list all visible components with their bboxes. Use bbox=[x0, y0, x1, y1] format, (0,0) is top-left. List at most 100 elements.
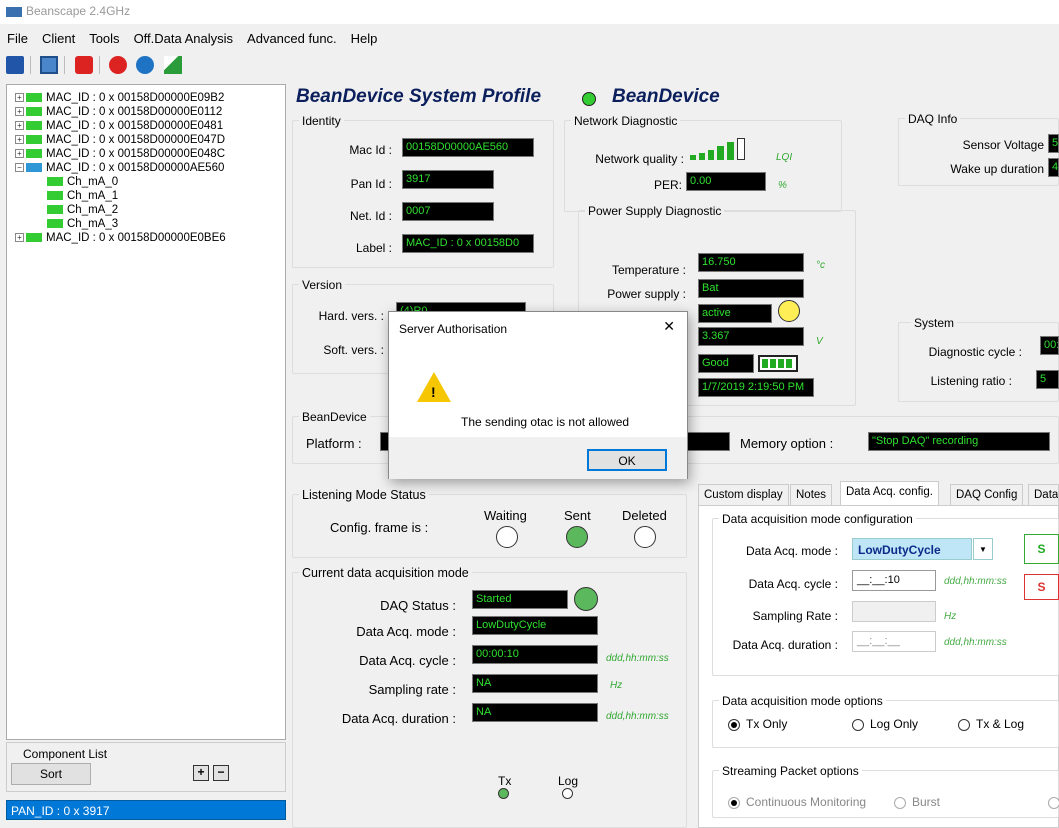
start-button[interactable]: S bbox=[1024, 534, 1059, 564]
mac-label: Mac Id : bbox=[349, 143, 392, 157]
lqi-unit: LQI bbox=[776, 152, 793, 163]
chevron-down-icon[interactable]: ▼ bbox=[973, 538, 993, 560]
save-icon[interactable] bbox=[6, 56, 24, 74]
expand-icon[interactable]: + bbox=[15, 149, 24, 159]
soft-version-label: Soft. vers. : bbox=[323, 343, 384, 357]
daq-mode-field: LowDutyCycle bbox=[472, 616, 598, 635]
network-icon[interactable] bbox=[136, 56, 155, 74]
menu-offdata[interactable]: Off.Data Analysis bbox=[127, 28, 240, 49]
tree-node-selected[interactable]: − MAC_ID : 0 x 00158D00000AE560 bbox=[15, 161, 224, 175]
acq-rate-input[interactable] bbox=[852, 601, 936, 622]
chart-icon[interactable] bbox=[163, 56, 182, 74]
platform-label: Platform : bbox=[306, 436, 362, 451]
tx-led bbox=[498, 788, 509, 799]
sort-button[interactable]: Sort bbox=[11, 763, 91, 785]
battery-field: Good bbox=[698, 354, 754, 373]
remove-icon[interactable]: − bbox=[213, 765, 229, 781]
listening-ratio-field: 5 bbox=[1036, 370, 1059, 389]
acq-cycle-input[interactable]: __:__:10 bbox=[852, 570, 936, 591]
acq-mode-select[interactable]: LowDutyCycle bbox=[852, 538, 972, 560]
label-label: Label : bbox=[355, 241, 392, 255]
third-radio[interactable] bbox=[1048, 795, 1059, 809]
tab-custom-display[interactable]: Custom display bbox=[698, 484, 789, 506]
component-list: Component List Sort + − bbox=[6, 742, 286, 792]
tree-node[interactable]: + MAC_ID : 0 x 00158D00000E09B2 bbox=[15, 91, 224, 105]
system-group: System bbox=[898, 316, 1059, 402]
expand-icon[interactable]: + bbox=[15, 233, 24, 243]
temperature-unit: °c bbox=[816, 260, 825, 271]
per-label: PER: bbox=[653, 178, 682, 192]
daq-status-led bbox=[574, 587, 598, 611]
power-icon[interactable] bbox=[74, 56, 93, 74]
net-id-field: 0007 bbox=[402, 202, 494, 221]
pan-id-item[interactable]: PAN_ID : 0 x 3917 bbox=[6, 800, 286, 820]
tx-log-radio[interactable]: Tx & Log bbox=[958, 717, 1024, 731]
wake-duration-field: 4 bbox=[1048, 158, 1059, 177]
acq-rate-label: Sampling Rate : bbox=[752, 609, 838, 623]
continuous-radio[interactable]: Continuous Monitoring bbox=[728, 795, 866, 809]
menu-tools[interactable]: Tools bbox=[82, 28, 126, 49]
stop-icon[interactable] bbox=[109, 56, 128, 74]
menu-bar: File Client Tools Off.Data Analysis Advanced… bbox=[0, 28, 1059, 50]
voltage-unit: V bbox=[816, 336, 823, 347]
server-authorisation-dialog: Server Authorisation ✕ ! The sending ota… bbox=[388, 311, 688, 479]
stop-button[interactable]: S bbox=[1024, 574, 1059, 600]
tree-node[interactable]: + MAC_ID : 0 x 00158D00000E0112 bbox=[15, 105, 222, 119]
ok-button[interactable]: OK bbox=[587, 449, 667, 471]
menu-advanced[interactable]: Advanced func. bbox=[240, 28, 344, 49]
acq-rate-unit: Hz bbox=[944, 611, 957, 622]
menu-client[interactable]: Client bbox=[35, 28, 82, 49]
daq-cycle-unit: ddd,hh:mm:ss bbox=[606, 653, 669, 664]
acq-cycle-unit: ddd,hh:mm:ss bbox=[944, 576, 1007, 587]
tab-daq-config[interactable]: DAQ Config bbox=[950, 484, 1024, 506]
tree-node[interactable]: + MAC_ID : 0 x 00158D00000E048C bbox=[15, 147, 225, 161]
tree-node[interactable]: + MAC_ID : 0 x 00158D00000E047D bbox=[15, 133, 225, 147]
daq-cycle-field: 00:00:10 bbox=[472, 645, 598, 664]
daq-duration-unit: ddd,hh:mm:ss bbox=[606, 711, 669, 722]
daq-cycle-label: Data Acq. cycle : bbox=[359, 653, 456, 668]
tree-channel[interactable]: Ch_mA_1 bbox=[47, 189, 118, 203]
tree-node[interactable]: + MAC_ID : 0 x 00158D00000E0481 bbox=[15, 119, 223, 133]
tree-channel[interactable]: Ch_mA_3 bbox=[47, 217, 118, 231]
memory-option-label: Memory option : bbox=[740, 436, 834, 451]
log-led bbox=[562, 788, 573, 799]
daq-status-label: DAQ Status : bbox=[380, 598, 456, 613]
burst-radio[interactable]: Burst bbox=[894, 795, 940, 809]
per-field: 0.00 bbox=[686, 172, 766, 191]
menu-help[interactable]: Help bbox=[344, 28, 385, 49]
acq-duration-unit: ddd,hh:mm:ss bbox=[944, 637, 1007, 648]
sent-label: Sent bbox=[564, 508, 591, 523]
network-group: Network Diagnostic bbox=[564, 114, 842, 212]
tree-channel[interactable]: Ch_mA_0 bbox=[47, 175, 118, 189]
mac-id-field: 00158D00000AE560 bbox=[402, 138, 534, 157]
expand-icon[interactable]: + bbox=[15, 121, 24, 131]
menu-file[interactable]: File bbox=[0, 28, 35, 49]
acq-duration-input[interactable]: __:__:__ bbox=[852, 631, 936, 652]
acq-cycle-label: Data Acq. cycle : bbox=[748, 577, 838, 591]
app-title: Beanscape 2.4GHz bbox=[26, 4, 131, 18]
pan-id-field: 3917 bbox=[402, 170, 494, 189]
tree-channel[interactable]: Ch_mA_2 bbox=[47, 203, 118, 217]
collapse-icon[interactable]: − bbox=[15, 163, 24, 173]
expand-icon[interactable]: + bbox=[15, 135, 24, 145]
daq-mode-label: Data Acq. mode : bbox=[356, 624, 456, 639]
device-title: BeanDevice bbox=[612, 86, 720, 107]
device-tree[interactable]: + MAC_ID : 0 x 00158D00000E09B2 + MAC_ID :… bbox=[6, 84, 286, 740]
tab-notes[interactable]: Notes bbox=[790, 484, 833, 506]
expand-icon[interactable]: + bbox=[15, 107, 24, 117]
voltage-field: 3.367 bbox=[698, 327, 804, 346]
deleted-indicator bbox=[634, 526, 656, 548]
tab-data[interactable]: Data bbox=[1028, 484, 1059, 506]
label-field: MAC_ID : 0 x 00158D0 bbox=[402, 234, 534, 253]
tx-only-radio[interactable]: Tx Only bbox=[728, 717, 787, 731]
per-unit: % bbox=[778, 180, 787, 191]
add-icon[interactable]: + bbox=[193, 765, 209, 781]
tree-node[interactable]: + MAC_ID : 0 x 00158D00000E0BE6 bbox=[15, 231, 226, 245]
platform-field-end bbox=[686, 432, 730, 451]
tab-data-acq-config[interactable]: Data Acq. config. bbox=[840, 481, 939, 506]
close-icon[interactable]: ✕ bbox=[663, 318, 675, 335]
sensor-voltage-field: 5 bbox=[1048, 134, 1059, 153]
expand-icon[interactable]: + bbox=[15, 93, 24, 103]
picture-icon[interactable] bbox=[40, 56, 59, 74]
log-only-radio[interactable]: Log Only bbox=[852, 717, 918, 731]
